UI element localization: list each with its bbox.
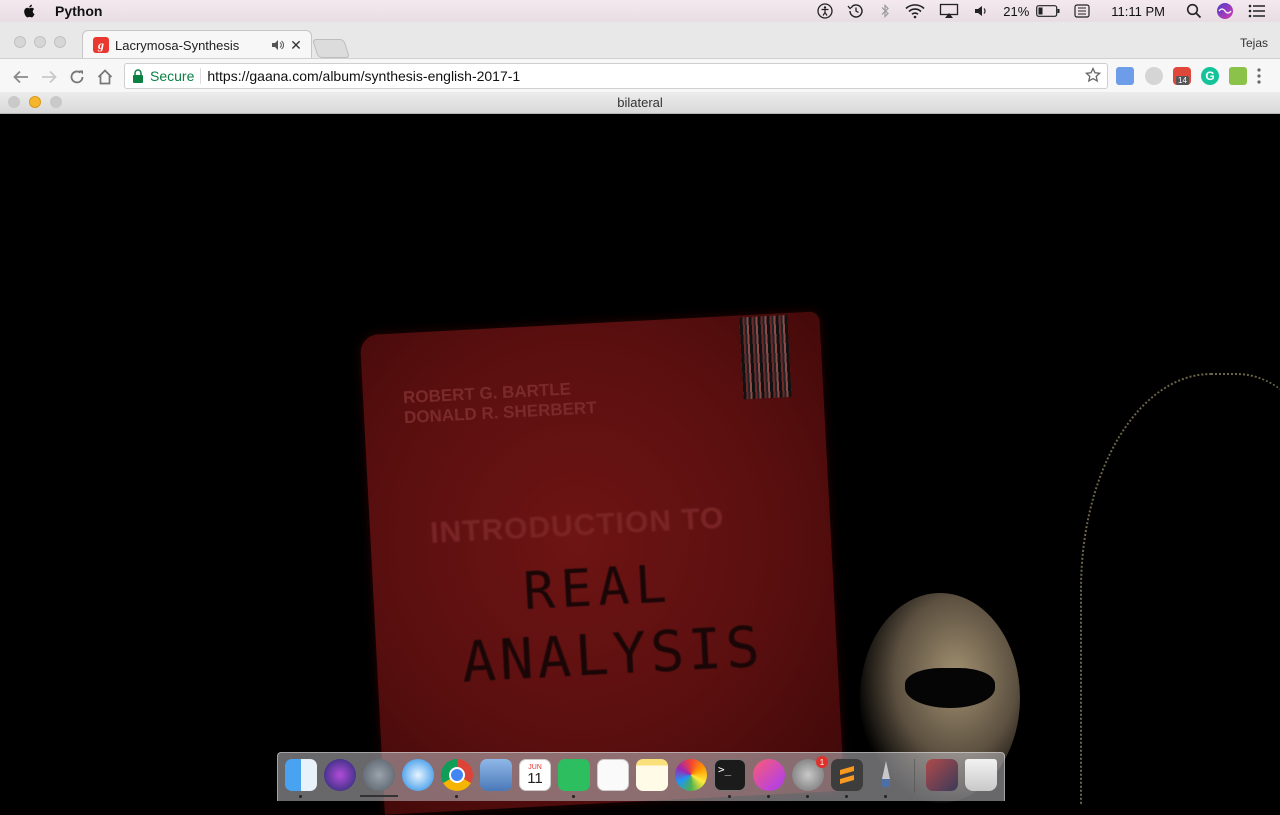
photos-icon[interactable]	[675, 759, 707, 791]
finder-running-dot	[299, 795, 302, 798]
terminal-running-dot	[728, 795, 731, 798]
profile-name[interactable]: Tejas	[1240, 36, 1268, 50]
browser-window-controls	[14, 36, 66, 48]
grammarly-extension-icon[interactable]: G	[1201, 67, 1219, 85]
accessibility-icon[interactable]	[817, 0, 833, 22]
person-outline	[1080, 373, 1280, 805]
terminal-icon[interactable]: >_	[714, 759, 746, 791]
siri-dock-icon[interactable]	[324, 759, 356, 791]
address-separator	[200, 68, 202, 84]
bilateral-window-controls	[8, 96, 62, 108]
extension-badge: 14	[1176, 76, 1189, 85]
launchpad-underline	[360, 795, 398, 797]
trash-icon[interactable]	[965, 759, 997, 791]
system-preferences-running-dot	[806, 795, 809, 798]
siri-icon[interactable]	[1216, 0, 1234, 22]
spotlight-icon[interactable]	[1186, 0, 1202, 22]
gaana-favicon-icon: g	[93, 37, 109, 53]
sublime-text-icon[interactable]	[831, 759, 863, 791]
sublime-text-running-dot	[845, 795, 848, 798]
url-text[interactable]: https://gaana.com/album/synthesis-englis…	[207, 68, 520, 84]
browser-tab[interactable]: g Lacrymosa-Synthesis ✕	[82, 30, 312, 59]
bilateral-window: bilateral ROBERT G. BARTLE DONALD R. SHE…	[0, 92, 1280, 815]
globe-extension-icon[interactable]	[1145, 67, 1163, 85]
wifi-icon[interactable]	[905, 0, 925, 22]
close-window-button[interactable]	[14, 36, 26, 48]
launchpad-icon[interactable]	[363, 759, 395, 791]
forward-arrow-icon[interactable]	[40, 68, 58, 86]
zoom-window-button[interactable]	[50, 96, 62, 108]
extension-with-badge-icon[interactable]: 14	[1173, 67, 1191, 85]
close-window-button[interactable]	[8, 96, 20, 108]
notification-center-icon[interactable]	[1248, 0, 1266, 22]
apple-icon[interactable]	[20, 3, 40, 19]
chrome-running-dot	[455, 795, 458, 798]
person-glasses	[905, 668, 995, 708]
volume-icon[interactable]	[973, 0, 989, 22]
minimize-window-button[interactable]	[34, 36, 46, 48]
book-title-line-1: INTRODUCTION TO	[429, 501, 726, 550]
finder-icon[interactable]	[285, 759, 317, 791]
bluetooth-icon[interactable]	[879, 0, 891, 22]
reminders-icon[interactable]	[597, 759, 629, 791]
evernote-icon[interactable]	[558, 759, 590, 791]
new-tab-button[interactable]	[311, 39, 351, 58]
system-preferences-badge: 1	[816, 756, 828, 768]
bilateral-window-titlebar[interactable]: bilateral	[0, 92, 1280, 114]
system-preferences-icon[interactable]: 1	[792, 756, 828, 791]
book-title-line-2: REAL	[521, 554, 675, 623]
itunes-icon[interactable]	[753, 759, 785, 791]
book-title-line-3: ANALYSIS	[460, 614, 766, 696]
chrome-icon[interactable]	[441, 759, 473, 791]
pen-app-icon[interactable]	[870, 759, 902, 791]
tab-audio-icon[interactable]	[271, 38, 285, 52]
evernote-running-dot	[572, 795, 575, 798]
calendar-icon[interactable]: JUN 11	[519, 759, 551, 791]
calendar-day: 11	[527, 770, 543, 787]
chrome-menu-icon[interactable]	[1256, 67, 1262, 85]
book-authors: ROBERT G. BARTLE DONALD R. SHERBERT	[403, 378, 598, 428]
browser-window: g Lacrymosa-Synthesis ✕ Tejas Secure htt…	[0, 22, 1280, 93]
minimize-window-button[interactable]	[29, 96, 41, 108]
active-app-name[interactable]: Python	[55, 3, 102, 19]
bookmark-star-icon[interactable]	[1085, 67, 1101, 83]
browser-toolbar: Secure https://gaana.com/album/synthesis…	[0, 58, 1280, 93]
filtered-image: ROBERT G. BARTLE DONALD R. SHERBERT INTR…	[0, 113, 1280, 815]
downloads-stack-icon[interactable]	[926, 759, 958, 791]
dock-separator	[914, 759, 915, 793]
chrome-center-icon	[449, 767, 465, 783]
keyboard-icon[interactable]	[1074, 0, 1090, 22]
time-machine-icon[interactable]	[847, 0, 865, 22]
clock[interactable]: 11:11 PM	[1111, 0, 1165, 22]
security-label: Secure	[150, 68, 195, 84]
pen-app-running-dot	[884, 795, 887, 798]
back-arrow-icon[interactable]	[12, 68, 30, 86]
window-title: bilateral	[617, 95, 663, 110]
airplay-icon[interactable]	[939, 0, 959, 22]
book-barcode	[739, 314, 792, 400]
dock: JUN 11 >_ 1	[277, 752, 1005, 801]
safari-icon[interactable]	[402, 759, 434, 791]
tab-title: Lacrymosa-Synthesis	[115, 37, 240, 53]
book-cover: ROBERT G. BARTLE DONALD R. SHERBERT INTR…	[359, 311, 845, 815]
home-icon[interactable]	[96, 68, 114, 86]
download-extension-icon[interactable]	[1229, 67, 1247, 85]
battery-icon[interactable]	[1036, 0, 1060, 22]
itunes-running-dot	[767, 795, 770, 798]
translate-extension-icon[interactable]	[1116, 67, 1134, 85]
lock-icon	[133, 69, 143, 83]
battery-percent[interactable]: 21%	[1003, 0, 1029, 22]
address-bar[interactable]: Secure https://gaana.com/album/synthesis…	[124, 63, 1108, 89]
tab-close-icon[interactable]: ✕	[289, 37, 303, 54]
notes-icon[interactable]	[636, 759, 668, 791]
reload-icon[interactable]	[68, 68, 86, 86]
menu-bar: Python 21% 11:11 PM	[0, 0, 1280, 22]
preview-icon[interactable]	[480, 759, 512, 791]
zoom-window-button[interactable]	[54, 36, 66, 48]
